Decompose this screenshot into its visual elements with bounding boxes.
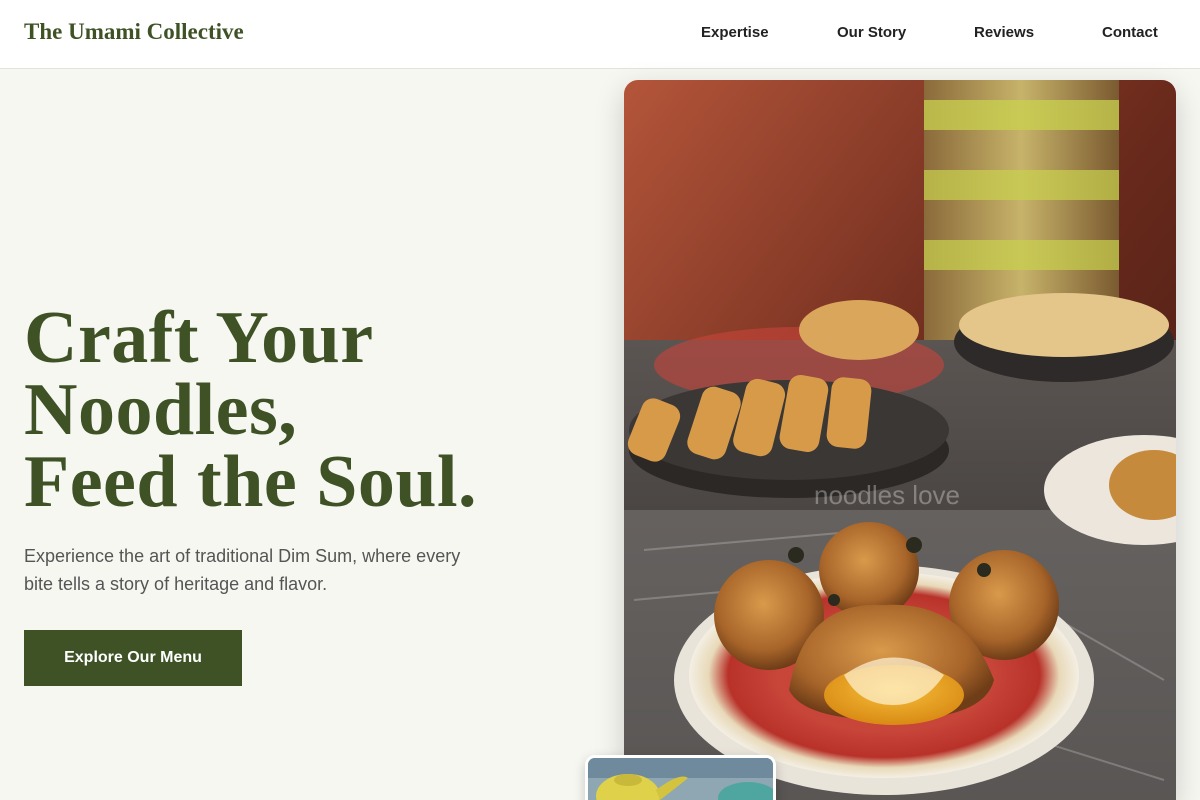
hero-title-line-2: Noodles,: [24, 369, 298, 451]
hero-title-line-1: Craft Your: [24, 297, 374, 379]
nav-link-reviews[interactable]: Reviews: [974, 24, 1034, 41]
hero-subtitle: Experience the art of traditional Dim Su…: [24, 546, 461, 594]
brand-logo-text[interactable]: The Umami Collective: [24, 19, 244, 45]
hero-food-image: noodles love: [624, 80, 1176, 800]
image-watermark-text: noodles love: [814, 480, 960, 510]
nav-link-contact[interactable]: Contact: [1102, 24, 1158, 41]
nav-link-expertise[interactable]: Expertise: [701, 24, 769, 41]
teapot-thumbnail[interactable]: [585, 755, 776, 800]
hero-title-line-3: Feed the Soul.: [24, 441, 478, 523]
teapot-thumbnail-image: [588, 758, 773, 800]
explore-menu-button[interactable]: Explore Our Menu: [24, 630, 242, 686]
dim-sum-photo: [624, 80, 1176, 800]
site-header: The Umami Collective Expertise Our Story…: [0, 0, 1200, 69]
hero-title: Craft Your Noodles, Feed the Soul.: [24, 297, 478, 523]
nav-link-our-story[interactable]: Our Story: [837, 24, 906, 41]
